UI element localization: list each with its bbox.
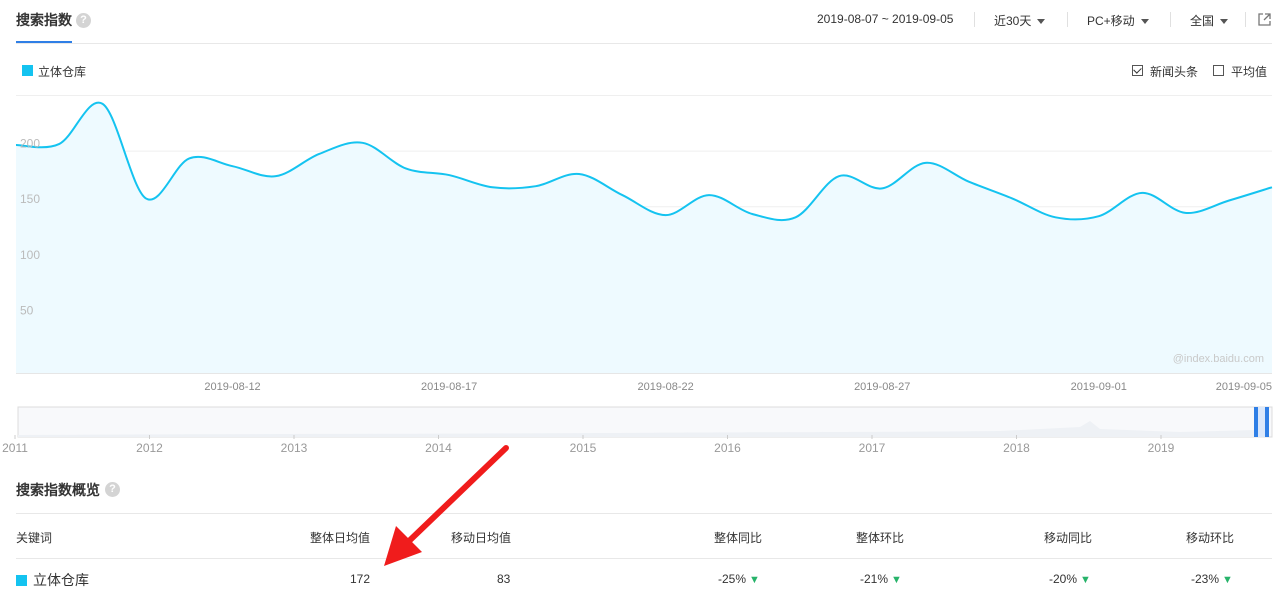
news-checkbox[interactable] bbox=[1132, 65, 1143, 76]
chevron-down-icon bbox=[1140, 19, 1149, 25]
overall-yoy-cell: -25% ▼ bbox=[718, 572, 760, 586]
chevron-down-icon bbox=[1037, 19, 1046, 25]
navigator-year-label: 2018 bbox=[1003, 441, 1030, 455]
col-mobile-yoy: 移动同比 bbox=[1044, 531, 1093, 545]
arrow-down-icon: ▼ bbox=[1080, 574, 1091, 586]
col-overall-avg: 整体日均值 bbox=[310, 531, 371, 545]
x-tick-label: 2019-08-12 bbox=[204, 381, 260, 393]
search-index-chart[interactable]: 25020015010050 2019-08-122019-08-172019-… bbox=[0, 95, 1280, 455]
arrow-down-icon: ▼ bbox=[1222, 574, 1233, 586]
help-icon[interactable]: ? bbox=[76, 13, 91, 28]
watermark: @index.baidu.com bbox=[1173, 353, 1264, 365]
navigator-year-label: 2015 bbox=[570, 441, 597, 455]
average-checkbox[interactable] bbox=[1213, 65, 1224, 76]
navigator-year-label: 2011 bbox=[2, 441, 28, 455]
navigator-year-label: 2012 bbox=[136, 441, 163, 455]
overall-qoq-value: -21% bbox=[860, 572, 889, 586]
col-keyword: 关键词 bbox=[16, 531, 53, 545]
x-tick-label: 2019-08-27 bbox=[854, 381, 910, 393]
x-tick-label: 2019-09-01 bbox=[1071, 381, 1127, 393]
navigator-handle-right[interactable] bbox=[1265, 407, 1269, 437]
overall-qoq-cell: -21% ▼ bbox=[860, 572, 902, 586]
help-icon[interactable]: ? bbox=[105, 482, 120, 497]
navigator-handle-left[interactable] bbox=[1254, 407, 1258, 437]
table-header-divider bbox=[16, 558, 1272, 559]
mobile-yoy-value: -20% bbox=[1049, 572, 1078, 586]
average-toggle-label[interactable]: 平均值 bbox=[1231, 63, 1267, 80]
share-icon[interactable] bbox=[1257, 12, 1272, 27]
navigator-year-label: 2017 bbox=[859, 441, 886, 455]
col-overall-qoq: 整体环比 bbox=[856, 531, 905, 545]
x-axis: 2019-08-12 2019-08-17 2019-08-22 2019-08-27… bbox=[204, 381, 1272, 393]
navigator-year-label: 2019 bbox=[1148, 441, 1175, 455]
navigator-year-label: 2016 bbox=[714, 441, 741, 455]
region-dropdown[interactable]: 全国 bbox=[1190, 12, 1229, 29]
header-separator bbox=[974, 12, 975, 27]
device-dropdown[interactable]: PC+移动 bbox=[1087, 12, 1149, 29]
header-separator bbox=[1170, 12, 1171, 27]
overall-yoy-value: -25% bbox=[718, 572, 747, 586]
header-separator bbox=[1245, 12, 1246, 27]
x-tick-label: 2019-08-22 bbox=[638, 381, 694, 393]
overview-divider bbox=[16, 513, 1272, 514]
news-toggle-label[interactable]: 新闻头条 bbox=[1150, 63, 1198, 80]
header-divider bbox=[16, 43, 1272, 44]
mobile-qoq-value: -23% bbox=[1191, 572, 1220, 586]
series-area bbox=[16, 102, 1272, 373]
chevron-down-icon bbox=[1220, 19, 1229, 25]
legend-series-label[interactable]: 立体仓库 bbox=[38, 63, 86, 80]
col-overall-yoy: 整体同比 bbox=[714, 531, 763, 545]
arrow-down-icon: ▼ bbox=[749, 574, 760, 586]
region-label: 全国 bbox=[1190, 14, 1215, 28]
period-dropdown[interactable]: 近30天 bbox=[994, 12, 1046, 29]
y-tick-label: 200 bbox=[20, 137, 40, 151]
timeline-navigator[interactable]: 2011 2012 2013 2014 2015 2016 2017 2018 2019 bbox=[0, 405, 1280, 457]
navigator-years: 2011 2012 2013 2014 2015 2016 2017 2018 2019 bbox=[2, 435, 1175, 455]
date-range[interactable]: 2019-08-07 ~ 2019-09-05 bbox=[817, 12, 953, 26]
y-tick-label: 100 bbox=[20, 248, 40, 262]
keyword-color-swatch bbox=[16, 575, 27, 586]
arrow-down-icon: ▼ bbox=[891, 574, 902, 586]
y-tick-label: 50 bbox=[20, 303, 34, 317]
x-tick-label: 2019-08-17 bbox=[421, 381, 477, 393]
y-tick-label: 150 bbox=[20, 192, 40, 206]
col-mobile-qoq: 移动环比 bbox=[1186, 531, 1235, 545]
navigator-year-label: 2013 bbox=[281, 441, 308, 455]
device-label: PC+移动 bbox=[1087, 14, 1135, 28]
overall-avg-cell: 172 bbox=[350, 572, 371, 586]
mobile-yoy-cell: -20% ▼ bbox=[1049, 572, 1091, 586]
keyword-cell: 立体仓库 bbox=[33, 572, 89, 588]
page-title: 搜索指数 bbox=[16, 12, 72, 28]
mobile-qoq-cell: -23% ▼ bbox=[1191, 572, 1233, 586]
x-tick-label: 2019-09-05 bbox=[1216, 381, 1272, 393]
red-arrow-annotation bbox=[384, 445, 509, 566]
period-label: 近30天 bbox=[994, 14, 1032, 28]
header-separator bbox=[1067, 12, 1068, 27]
series-color-swatch bbox=[22, 65, 33, 76]
overview-title: 搜索指数概览 bbox=[16, 482, 100, 498]
